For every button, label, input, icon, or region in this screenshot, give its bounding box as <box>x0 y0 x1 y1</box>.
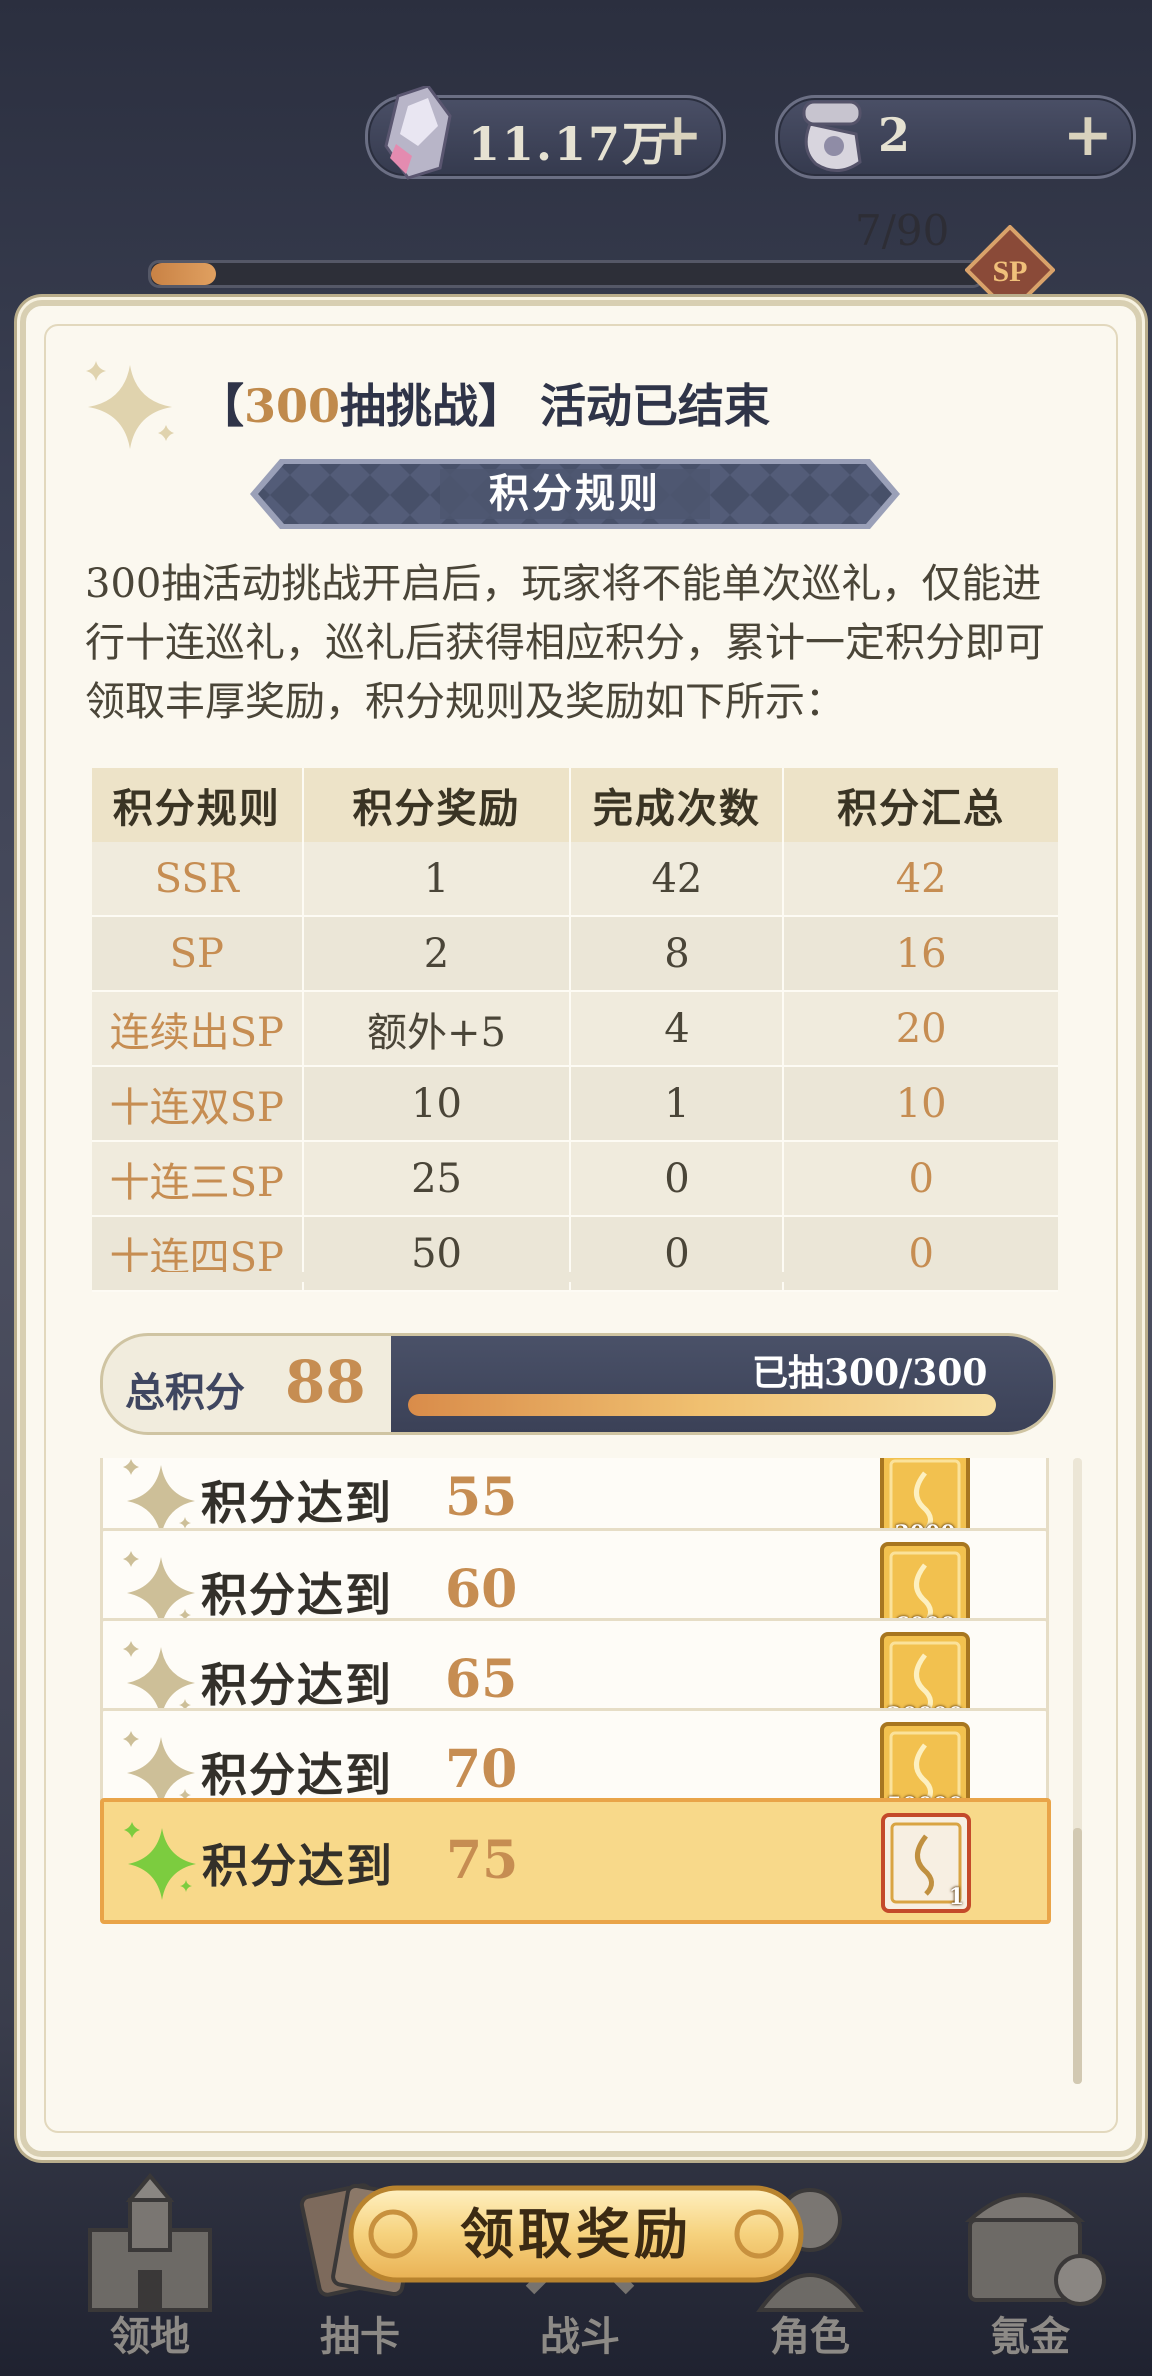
scrollbar-thumb[interactable] <box>1073 1828 1082 2084</box>
crystal-gem-icon <box>384 86 452 180</box>
header-reward: 积分奖励 <box>302 768 572 842</box>
title-highlight: 300 <box>244 379 341 433</box>
table-row: SP 2 8 16 <box>92 916 1058 992</box>
table-row: 十连双SP 10 1 10 <box>92 1066 1058 1142</box>
sparkle-icon <box>124 1822 196 1900</box>
count-cell: 0 <box>570 1141 785 1217</box>
count-cell: 4 <box>570 991 785 1067</box>
reward-label: 积分达到 <box>201 1748 393 1802</box>
claim-reward-button[interactable]: 领取奖励 <box>345 2182 807 2286</box>
draw-progress-bar <box>408 1394 996 1416</box>
panel-title: 【300抽挑战】 活动已结束 <box>198 370 770 436</box>
reward-cell: 额外+5 <box>302 991 572 1067</box>
nav-gacha-label: 抽卡 <box>320 2313 400 2360</box>
reward-cell: 1 <box>302 842 572 917</box>
header-total: 积分汇总 <box>783 768 1058 842</box>
title-text: 抽挑战】 活动已结束 <box>340 379 771 433</box>
summon-progress-fill <box>151 263 216 285</box>
nav-territory[interactable]: 领地 <box>60 2170 240 2370</box>
reward-points: 75 <box>446 1830 519 1891</box>
nav-character-label: 角色 <box>770 2313 850 2360</box>
table-row: SSR 1 42 42 <box>92 842 1058 917</box>
header-count: 完成次数 <box>570 768 785 842</box>
header-rule: 积分规则 <box>92 768 304 842</box>
count-cell: 8 <box>570 916 785 992</box>
rules-banner-title: 积分规则 <box>489 470 661 517</box>
total-score-value: 88 <box>285 1348 366 1416</box>
reward-label: 积分达到 <box>202 1839 394 1893</box>
reward-label: 积分达到 <box>201 1568 393 1622</box>
gem-currency-pill: 11.17万 + <box>365 86 726 180</box>
nav-shop-label: 氪金 <box>990 2313 1070 2360</box>
total-cell: 0 <box>783 1141 1058 1217</box>
summon-progress-bar <box>148 260 984 288</box>
sparkle-icon <box>86 361 174 449</box>
score-rules-table: 积分规则 积分奖励 完成次数 积分汇总 SSR 1 42 42 SP 2 8 1… <box>92 768 1058 1292</box>
add-gems-button[interactable]: + <box>653 102 703 168</box>
ticket-currency-pill: 2 + <box>775 95 1136 179</box>
table-row: 连续出SP 额外+5 4 20 <box>92 991 1058 1067</box>
reward-row[interactable]: 积分达到 75 1 <box>100 1798 1051 1924</box>
rule-cell: 连续出SP <box>92 991 304 1067</box>
reward-label: 积分达到 <box>201 1476 393 1530</box>
rules-description: 300抽活动挑战开启后，玩家将不能单次巡礼，仅能进行十连巡礼，巡礼后获得相应积分… <box>85 561 1045 725</box>
draw-count-text: 已抽300/300 <box>752 1352 988 1394</box>
total-cell: 10 <box>783 1066 1058 1142</box>
total-cell: 16 <box>783 916 1058 992</box>
reward-list-scrollbar[interactable] <box>1073 1458 1082 2084</box>
nav-territory-label: 领地 <box>110 2313 190 2360</box>
sp-badge-text: SP <box>992 255 1027 288</box>
castle-icon <box>88 2172 212 2312</box>
reward-points: 55 <box>445 1467 518 1528</box>
rule-cell: SSR <box>92 842 304 917</box>
reward-list[interactable]: 积分达到553000积分达到606000积分达到6520000积分达到70500… <box>100 1458 1080 2096</box>
reward-item-amount: 1 <box>948 1884 964 1910</box>
reward-cell: 2 <box>302 916 572 992</box>
ticket-count: 2 <box>878 108 913 162</box>
total-score-label: 总积分 <box>125 1369 245 1416</box>
reward-label: 积分达到 <box>201 1658 393 1712</box>
reward-points: 60 <box>445 1559 518 1620</box>
total-cell: 20 <box>783 991 1058 1067</box>
rule-cell: 十连三SP <box>92 1141 304 1217</box>
scroll-ticket-icon <box>802 100 862 172</box>
draw-progress-fill <box>408 1394 996 1416</box>
title-bracket: 【 <box>198 379 244 433</box>
add-tickets-button[interactable]: + <box>1063 102 1113 168</box>
table-footer <box>92 1272 1058 1282</box>
reward-points: 65 <box>445 1649 518 1710</box>
count-cell: 1 <box>570 1066 785 1142</box>
total-cell: 42 <box>783 842 1058 917</box>
rule-cell: SP <box>92 916 304 992</box>
reward-cell: 10 <box>302 1066 572 1142</box>
nav-battle-label: 战斗 <box>540 2313 620 2360</box>
reward-points: 70 <box>445 1739 518 1800</box>
nav-shop[interactable]: 氪金 <box>940 2170 1120 2370</box>
treasure-icon <box>964 2193 1106 2306</box>
reward-cell: 25 <box>302 1141 572 1217</box>
table-header-row: 积分规则 积分奖励 完成次数 积分汇总 <box>92 768 1058 842</box>
rule-cell: 十连双SP <box>92 1066 304 1142</box>
count-cell: 42 <box>570 842 785 917</box>
table-row: 十连三SP 25 0 0 <box>92 1141 1058 1217</box>
summon-progress-count: 7/90 <box>855 206 950 255</box>
gem-count: 11.17万 <box>468 117 671 171</box>
